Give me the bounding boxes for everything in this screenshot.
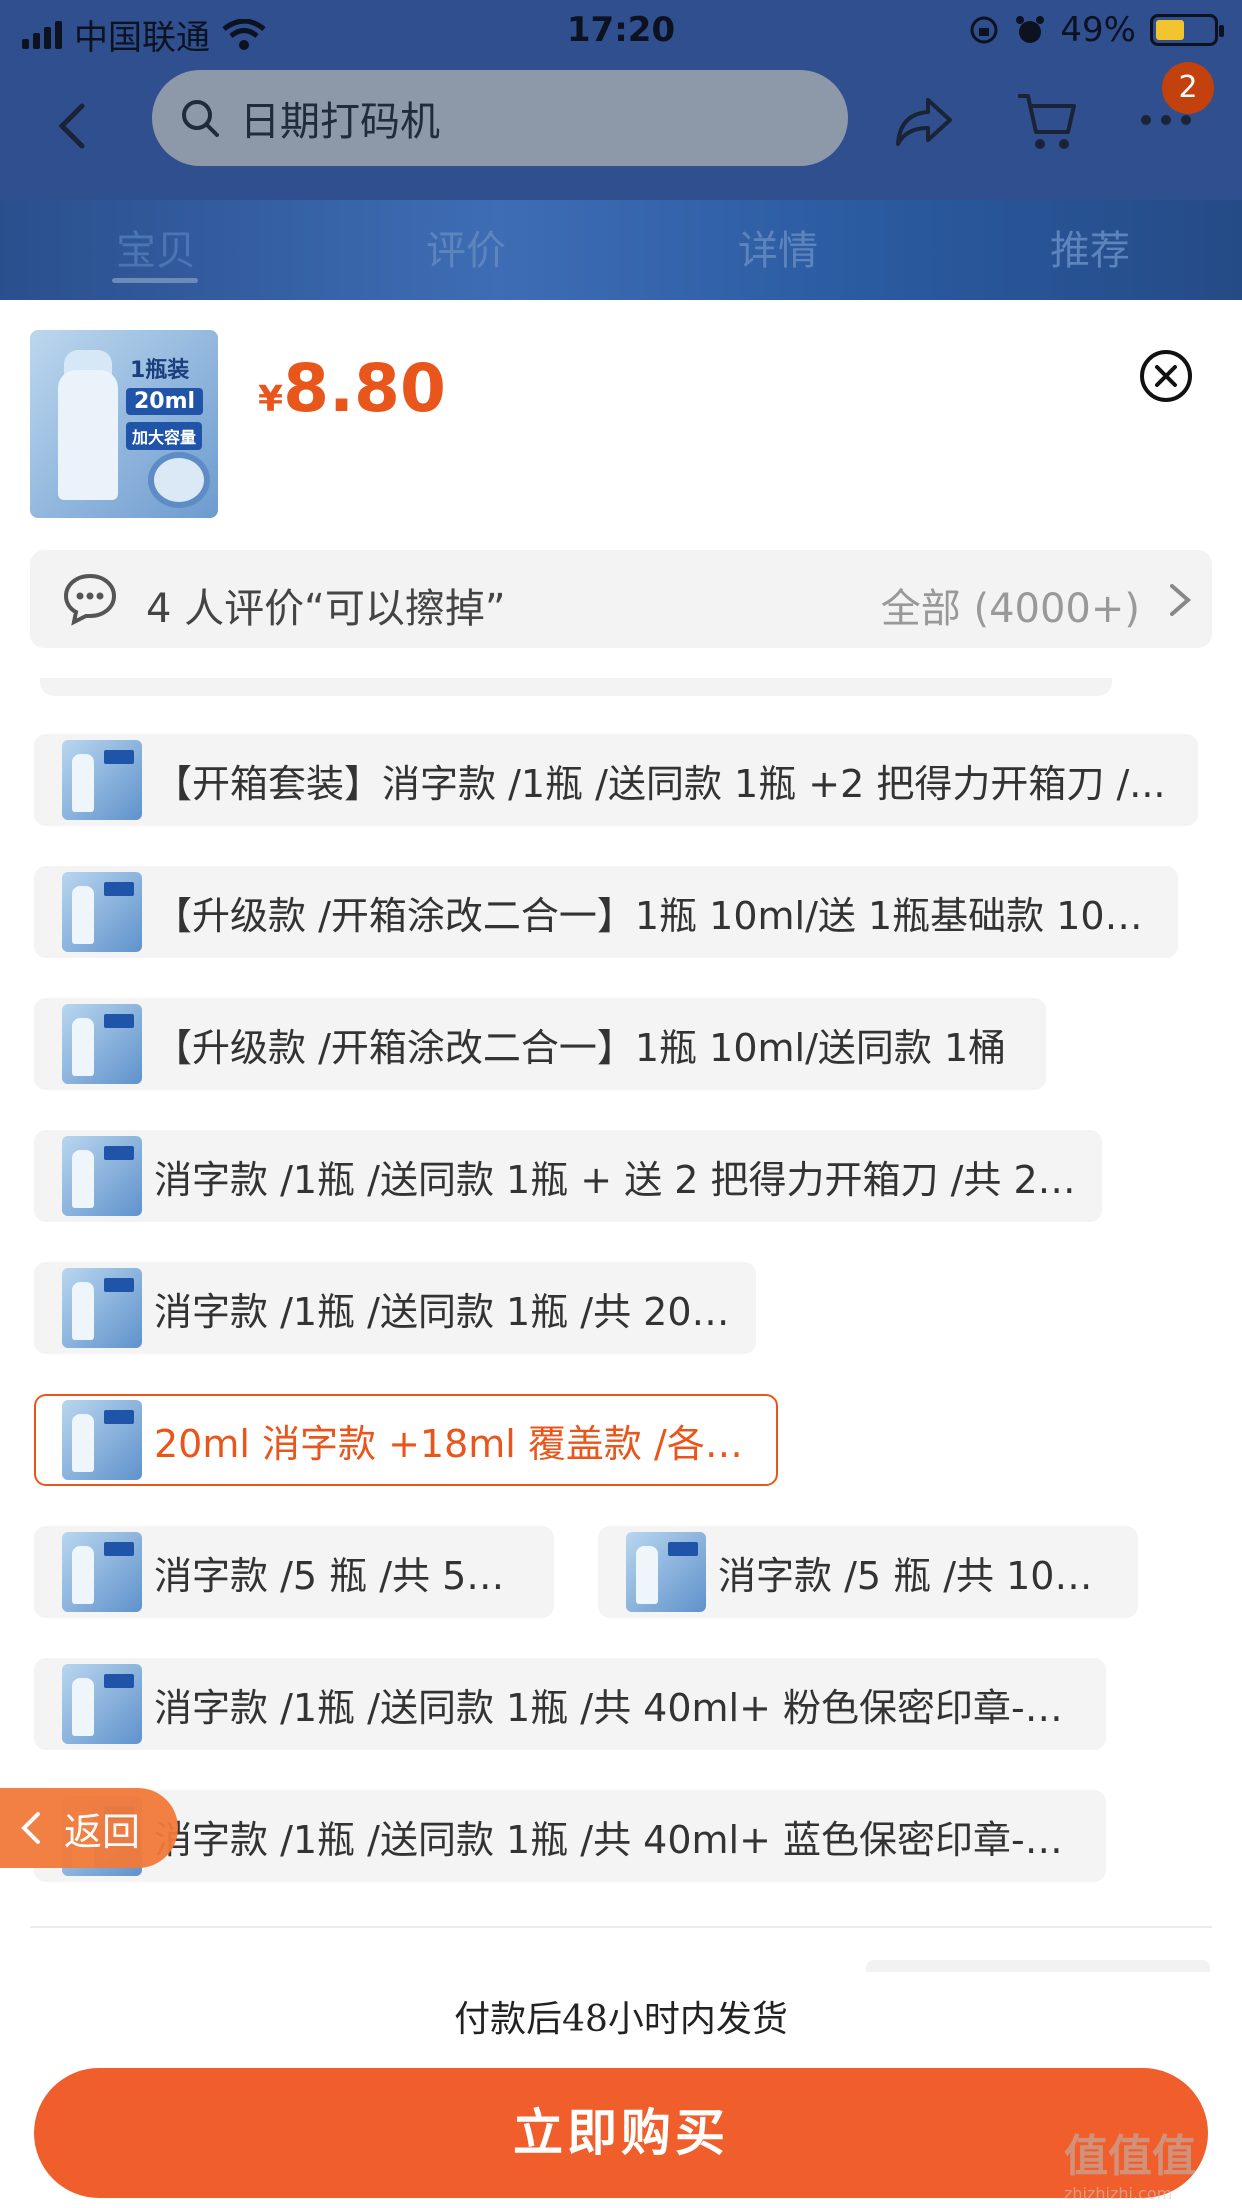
option-label: 【升级款 /开箱涂改二合一】1瓶 10ml/送同款 1桶 (154, 1025, 1007, 1070)
tab-recommend[interactable]: 推荐 (1050, 218, 1130, 276)
option-label: 消字款 /5 瓶 /共 100ml (718, 1553, 1127, 1598)
battery-icon (1150, 14, 1224, 46)
option-thumbnail (626, 1532, 706, 1612)
option-label: 消字款 /1瓶 /送同款 1瓶 /共 20ml (154, 1289, 740, 1334)
cart-badge: 2 (1162, 62, 1214, 114)
option-thumbnail (62, 1532, 142, 1612)
return-button[interactable]: 返回 (0, 1788, 178, 1868)
watermark-url: zhizhizhi.com (1064, 2184, 1173, 2203)
back-arrow-icon[interactable] (52, 100, 92, 152)
review-summary-bar[interactable]: 4 人评价“可以擦掉” 全部 (4000+) (30, 550, 1212, 648)
sku-option-selected[interactable]: 20ml 消字款 +18ml 覆盖款 /各 1瓶 (34, 1394, 778, 1486)
product-thumbnail[interactable]: 1瓶装 20ml 加大容量 (30, 330, 218, 518)
shipping-note: 付款后48小时内发货 (454, 1999, 788, 2040)
cart-icon[interactable] (1014, 88, 1080, 154)
watermark: 值值值 zhizhizhi.com (1064, 2120, 1224, 2203)
chevron-right-icon (1170, 584, 1192, 616)
option-thumbnail (62, 1004, 142, 1084)
sku-option[interactable]: 消字款 /1瓶 /送同款 1瓶 /共 40ml+ 粉色保密印章-1个 (34, 1658, 1106, 1750)
sku-sheet: 1瓶装 20ml 加大容量 ¥8.80 4 人评价“可以擦掉” 全部 (4000… (0, 300, 1242, 2208)
watermark-logo: 值值值 (1064, 2131, 1196, 2182)
background-page: 中国联通 17:20 49% 日期打码机 2 宝贝 评价 详情 推荐 (0, 0, 1242, 300)
option-thumbnail (62, 1268, 142, 1348)
tab-details[interactable]: 详情 (738, 218, 818, 276)
sku-option[interactable]: 消字款 /5 瓶 /共 100ml (598, 1526, 1138, 1618)
partial-option (40, 678, 1112, 696)
status-bar: 中国联通 17:20 49% (0, 0, 1242, 62)
chevron-left-icon (21, 1812, 40, 1844)
sku-option[interactable]: 【升级款 /开箱涂改二合一】1瓶 10ml/送同款 1桶 (34, 998, 1046, 1090)
tab-underline (112, 278, 198, 283)
sku-option[interactable]: 【开箱套装】消字款 /1瓶 /送同款 1瓶 +2 把得力开箱刀 /... (34, 734, 1198, 826)
option-thumbnail (62, 872, 142, 952)
search-bar[interactable]: 日期打码机 (152, 70, 848, 166)
option-label: 20ml 消字款 +18ml 覆盖款 /各 1瓶 (154, 1421, 776, 1466)
option-thumbnail (62, 1400, 142, 1480)
share-icon[interactable] (892, 90, 956, 154)
buy-now-button[interactable]: 立即购买 (34, 2068, 1208, 2198)
option-thumbnail (62, 740, 142, 820)
nav-bar: 日期打码机 2 (0, 62, 1242, 190)
tab-item[interactable]: 宝贝 (116, 218, 196, 276)
thumb-text-count: 1瓶装 (130, 358, 190, 383)
review-summary-text: 4 人评价“可以擦掉” (146, 586, 506, 632)
detail-tabs: 宝贝 评价 详情 推荐 (0, 200, 1242, 300)
sku-option[interactable]: 消字款 /1瓶 /送同款 1瓶 /共 20ml (34, 1262, 756, 1354)
battery-percent: 49% (1060, 10, 1136, 50)
sku-option[interactable]: 【升级款 /开箱涂改二合一】1瓶 10ml/送 1瓶基础款 10ml (34, 866, 1178, 958)
tab-reviews[interactable]: 评价 (426, 218, 506, 276)
option-label: 【开箱套装】消字款 /1瓶 /送同款 1瓶 +2 把得力开箱刀 /... (154, 761, 1166, 806)
price-symbol: ¥ (258, 379, 284, 420)
option-thumbnail (62, 1664, 142, 1744)
option-label: 消字款 /1瓶 /送同款 1瓶 + 送 2 把得力开箱刀 /共 20ml (154, 1157, 1100, 1202)
partial-element (866, 1960, 1210, 1972)
sku-option[interactable]: 消字款 /1瓶 /送同款 1瓶 /共 40ml+ 蓝色保密印章-1个 (34, 1790, 1106, 1882)
option-label: 消字款 /1瓶 /送同款 1瓶 /共 40ml+ 粉色保密印章-1个 (154, 1685, 1087, 1730)
sku-option[interactable]: 消字款 /1瓶 /送同款 1瓶 + 送 2 把得力开箱刀 /共 20ml (34, 1130, 1102, 1222)
sku-option[interactable]: 消字款 /5 瓶 /共 50ml (34, 1526, 554, 1618)
option-label: 消字款 /5 瓶 /共 50ml (154, 1553, 539, 1598)
return-label: 返回 (64, 1809, 141, 1854)
thumb-text-capacity: 加大容量 (126, 422, 203, 450)
option-label: 【升级款 /开箱涂改二合一】1瓶 10ml/送 1瓶基础款 10ml (154, 893, 1153, 938)
option-thumbnail (62, 1136, 142, 1216)
search-text: 日期打码机 (240, 99, 440, 145)
rotation-lock-icon (970, 16, 998, 44)
price-value: 8.80 (283, 350, 446, 427)
thumb-text-volume: 20ml (126, 388, 204, 415)
option-label: 消字款 /1瓶 /送同款 1瓶 /共 40ml+ 蓝色保密印章-1个 (154, 1817, 1087, 1862)
review-all-link[interactable]: 全部 (4000+) (881, 576, 1140, 634)
price: ¥8.80 (258, 350, 446, 427)
search-icon (182, 100, 219, 137)
close-icon[interactable] (1138, 348, 1194, 404)
chat-bubble-icon (63, 573, 117, 626)
alarm-icon (1016, 16, 1045, 43)
divider (30, 1926, 1212, 1928)
